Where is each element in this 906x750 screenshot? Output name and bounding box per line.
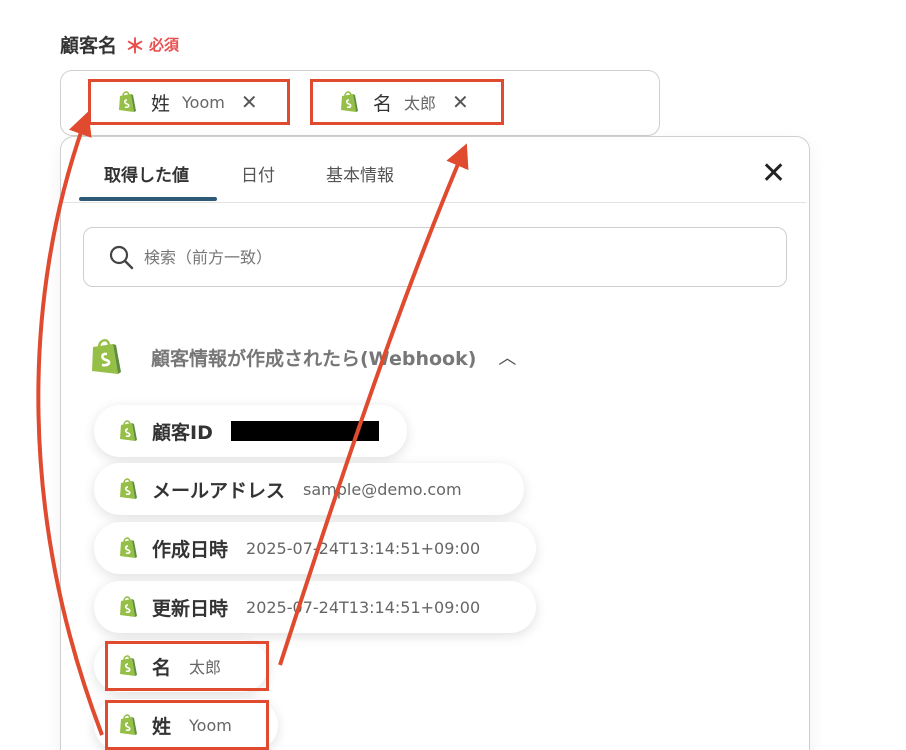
item-key: メールアドレス (152, 479, 286, 502)
search-input[interactable] (144, 247, 744, 267)
chevron-up-icon[interactable]: ︿ (498, 344, 516, 370)
shopify-icon (119, 91, 136, 112)
shopify-icon (120, 420, 137, 441)
required-text: 必須 (149, 36, 180, 54)
item-value: 2025-07-24T13:14:51+09:00 (246, 538, 481, 558)
chip-value: 太郎 (404, 94, 437, 113)
item-value: 太郎 (189, 658, 222, 677)
item-value: sample@demo.com (303, 479, 462, 499)
tab-acquired-values[interactable]: 取得した値 (104, 161, 189, 186)
redacted-value (230, 421, 379, 441)
item-key: 更新日時 (152, 597, 229, 620)
close-icon[interactable]: ✕ (761, 159, 786, 189)
value-picker-panel: 取得した値 日付 基本情報 ✕ 顧客情報が作成されたら(Webhook) ︿ (60, 136, 810, 750)
page: 顧客名 ＊ 必須 姓 Yoom ✕ 名 太郎 ✕ 取得した値 日付 基本情報 ✕… (0, 0, 906, 750)
shopify-icon (120, 714, 137, 735)
section-header[interactable]: 顧客情報が作成されたら(Webhook) ︿ (89, 337, 516, 377)
list-item-last-name[interactable]: 姓 Yoom (94, 699, 278, 750)
search-field[interactable] (83, 227, 787, 287)
shopify-icon (120, 655, 137, 676)
item-key: 作成日時 (152, 538, 229, 561)
list-item-first-name[interactable]: 名 太郎 (94, 640, 268, 692)
close-icon[interactable]: ✕ (241, 90, 258, 114)
list-item-created-at[interactable]: 作成日時 2025-07-24T13:14:51+09:00 (94, 522, 536, 574)
shopify-icon (92, 339, 121, 374)
item-value: 2025-07-24T13:14:51+09:00 (246, 597, 481, 617)
shopify-icon (341, 91, 358, 112)
shopify-icon (120, 537, 137, 558)
customer-name-input[interactable]: 姓 Yoom ✕ 名 太郎 ✕ (60, 70, 660, 136)
item-key: 名 (152, 656, 172, 679)
chip-first-name[interactable]: 名 太郎 ✕ (310, 79, 504, 125)
list-item-email[interactable]: メールアドレス sample@demo.com (94, 463, 524, 515)
tab-date[interactable]: 日付 (241, 161, 275, 186)
item-key: 姓 (152, 715, 172, 738)
item-key: 顧客ID (152, 421, 213, 444)
item-value: Yoom (189, 715, 232, 735)
tab-basic-info[interactable]: 基本情報 (326, 161, 394, 186)
list-item-customer-id[interactable]: 顧客ID (94, 405, 407, 457)
list-item-updated-at[interactable]: 更新日時 2025-07-24T13:14:51+09:00 (94, 581, 536, 633)
field-label: 顧客名 ＊ 必須 (60, 30, 179, 59)
chip-key: 名 (373, 92, 393, 115)
tab-bar: 取得した値 日付 基本情報 ✕ (61, 137, 806, 203)
chip-value: Yoom (182, 92, 225, 112)
chip-last-name[interactable]: 姓 Yoom ✕ (88, 79, 290, 125)
section-title: 顧客情報が作成されたら(Webhook) (151, 347, 477, 370)
close-icon[interactable]: ✕ (452, 90, 469, 114)
search-icon (109, 245, 134, 270)
chip-key: 姓 (151, 92, 171, 115)
shopify-icon (120, 478, 137, 499)
active-tab-indicator (79, 197, 217, 201)
shopify-icon (120, 596, 137, 617)
required-star: ＊ (125, 34, 146, 58)
field-label-text: 顧客名 (60, 35, 118, 57)
